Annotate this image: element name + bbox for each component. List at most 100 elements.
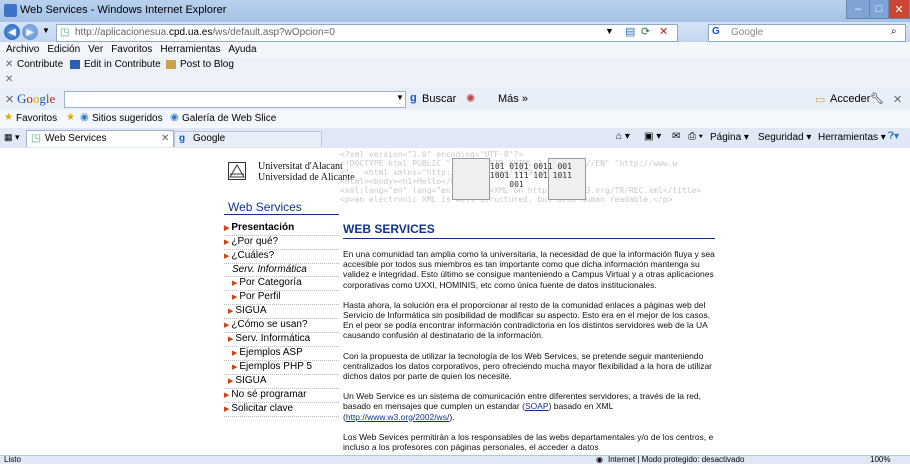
nav-como-se-usan[interactable]: ▶ ¿Cómo se usan? — [224, 319, 339, 333]
acceder-icon: ▭ — [815, 94, 826, 106]
add-favorite-icon[interactable]: ★ — [66, 112, 75, 123]
nav-solicitar-clave[interactable]: ▶ Solicitar clave — [224, 403, 339, 417]
post-blog-button[interactable]: Post to Blog — [180, 59, 234, 70]
menu-edicion[interactable]: Edición — [47, 42, 80, 57]
title-bar: Web Services - Windows Internet Explorer… — [0, 0, 910, 22]
close-google-icon[interactable]: ✕ — [893, 93, 902, 106]
ws-spec-link[interactable]: http://www.w3.org/2002/ws/ — [346, 412, 449, 422]
soap-link[interactable]: SOAP — [525, 401, 549, 411]
favorites-star-icon: ★ — [4, 112, 13, 123]
computer-graphic — [452, 158, 490, 200]
banner-line: <?xml version="1.0" encoding="UTF-8"?> — [340, 150, 524, 159]
google-tab-icon: g — [179, 133, 186, 144]
tab-google[interactable]: g Google — [174, 131, 322, 147]
feeds-icon[interactable]: ▣ ▾ — [644, 131, 661, 142]
menu-ayuda[interactable]: Ayuda — [228, 42, 256, 57]
nav-ejemplos-php5[interactable]: ▶ Ejemplos PHP 5 — [224, 361, 339, 375]
favorites-bar: ★ Favoritos ★ ◉ Sitios sugeridos ◉ Galer… — [0, 110, 910, 128]
google-search-dropdown-icon[interactable]: ▼ — [396, 93, 404, 102]
stop-icon[interactable]: ✕ — [659, 25, 668, 38]
nav-label: Serv. Informática — [235, 333, 311, 344]
nav-por-perfil[interactable]: ▶ Por Perfil — [224, 291, 339, 305]
arrow-icon: ▶ — [232, 294, 238, 301]
print-icon[interactable]: ⎙ ▾ — [688, 131, 703, 142]
nav-label: Ejemplos PHP 5 — [239, 361, 313, 372]
menu-favoritos[interactable]: Favoritos — [111, 42, 152, 57]
close-tab-icon[interactable]: ✕ — [161, 133, 169, 144]
nav-sigua-2[interactable]: ▶ SIGUA — [224, 375, 339, 389]
nav-sigua[interactable]: ▶ SIGUA — [224, 305, 339, 319]
nav-presentacion[interactable]: ▶ Presentación — [224, 222, 339, 236]
nav-serv-informatica[interactable]: ▶ Serv. Informática — [224, 333, 339, 347]
menu-archivo[interactable]: Archivo — [6, 42, 39, 57]
menu-herramientas[interactable]: Herramientas — [160, 42, 220, 57]
magnifier-icon[interactable]: ⌕ — [891, 26, 897, 37]
webslice-icon: ◉ — [170, 112, 179, 123]
pagina-menu[interactable]: Página ▾ — [710, 132, 749, 143]
nav-ejemplos-asp[interactable]: ▶ Ejemplos ASP — [224, 347, 339, 361]
search-input[interactable]: G Google ⌕ — [708, 24, 906, 42]
home-icon[interactable]: ⌂ ▾ — [616, 131, 630, 142]
compat-view-icon[interactable]: ▤ — [625, 25, 635, 38]
arrow-icon: ▶ — [228, 308, 234, 315]
popup-blocker-icon[interactable]: ✺ — [466, 92, 475, 105]
nav-label: ¿Cuáles? — [231, 250, 275, 261]
arrow-icon: ▶ — [232, 280, 238, 287]
binary: 001 — [557, 162, 572, 171]
seguridad-menu[interactable]: Seguridad ▾ — [758, 132, 811, 143]
nav-por-categoria[interactable]: ▶ Por Categoría — [224, 277, 339, 291]
buscar-button[interactable]: Buscar — [422, 93, 456, 105]
ie-icon — [4, 4, 17, 17]
nav-no-se-programar[interactable]: ▶ No sé programar — [224, 389, 339, 403]
seguridad-label: Seguridad — [758, 132, 804, 143]
tab-bar: ▦ ▾ ◳ Web Services ✕ g Google ⌂ ▾ ▣ ▾ ✉ … — [0, 128, 910, 148]
paragraph-3: Con la propuesta de utilizar la tecnolog… — [343, 350, 712, 382]
sitios-icon: ◉ — [80, 112, 89, 123]
menu-ver[interactable]: Ver — [88, 42, 103, 57]
page-heading: WEB SERVICES — [343, 222, 715, 239]
search-placeholder: Google — [731, 27, 764, 38]
nav-cuales[interactable]: ▶ ¿Cuáles? — [224, 250, 339, 264]
galeria-link[interactable]: Galería de Web Slice — [182, 113, 276, 124]
tab-web-services[interactable]: ◳ Web Services ✕ — [26, 130, 174, 147]
sitios-sugeridos-link[interactable]: Sitios sugeridos — [92, 113, 163, 124]
close-toolbar-icon[interactable]: ✕ — [5, 93, 14, 106]
close-window-button[interactable]: ✕ — [888, 0, 910, 19]
quick-tabs-icon[interactable]: ▦ ▾ — [4, 132, 20, 143]
herramientas-menu[interactable]: Herramientas ▾ — [818, 132, 886, 143]
close-toolbar-icon[interactable]: ✕ — [5, 74, 13, 85]
binary: 1011 — [552, 171, 572, 180]
window-title: Web Services - Windows Internet Explorer — [20, 4, 227, 16]
refresh-icon[interactable]: ⟳ — [641, 25, 650, 38]
favoritos-button[interactable]: Favoritos — [16, 113, 57, 124]
minimize-button[interactable]: – — [846, 0, 870, 19]
edit-contribute-icon — [70, 60, 80, 69]
paragraph-1: En una comunidad tan amplia como la univ… — [343, 249, 715, 290]
close-toolbar-icon[interactable]: ✕ — [5, 59, 13, 70]
binary-text: 101 0101 0011 001 1001 111 101 1011 001 — [490, 162, 572, 189]
help-icon[interactable]: ❓︎▾ — [888, 131, 899, 142]
nav-label: Ejemplos ASP — [239, 347, 303, 358]
acceder-button[interactable]: Acceder — [830, 93, 870, 105]
binary: 0101 — [509, 162, 529, 171]
address-input[interactable]: ◳ http://aplicacionesua.cpd.ua.es/ws/def… — [56, 24, 678, 42]
arrow-icon: ▶ — [224, 392, 230, 399]
nav-label: Serv. Informática — [232, 264, 307, 275]
mail-icon[interactable]: ✉ — [672, 131, 680, 142]
p4-text: Un Web Service es un sistema de comunica… — [343, 391, 701, 412]
mas-button[interactable]: Más » — [498, 93, 528, 105]
nav-label: ¿Cómo se usan? — [231, 319, 308, 330]
binary: 101 — [490, 162, 505, 171]
forward-button[interactable]: ▶ — [22, 24, 38, 40]
address-dropdown-icon[interactable]: ▼ — [605, 26, 614, 36]
nav-por-que[interactable]: ▶ ¿Por qué? — [224, 236, 339, 250]
edit-contribute-button[interactable]: Edit in Contribute — [84, 59, 161, 70]
back-button[interactable]: ◀ — [4, 24, 20, 40]
maximize-button[interactable]: □ — [869, 0, 889, 19]
contribute-button[interactable]: Contribute — [17, 59, 63, 70]
history-dropdown-icon[interactable]: ▼ — [42, 26, 50, 35]
wrench-icon[interactable]: 🔧︎ — [870, 92, 884, 105]
nav-label: Solicitar clave — [231, 403, 294, 414]
google-search-field[interactable] — [64, 91, 406, 108]
university-logo — [228, 162, 246, 180]
